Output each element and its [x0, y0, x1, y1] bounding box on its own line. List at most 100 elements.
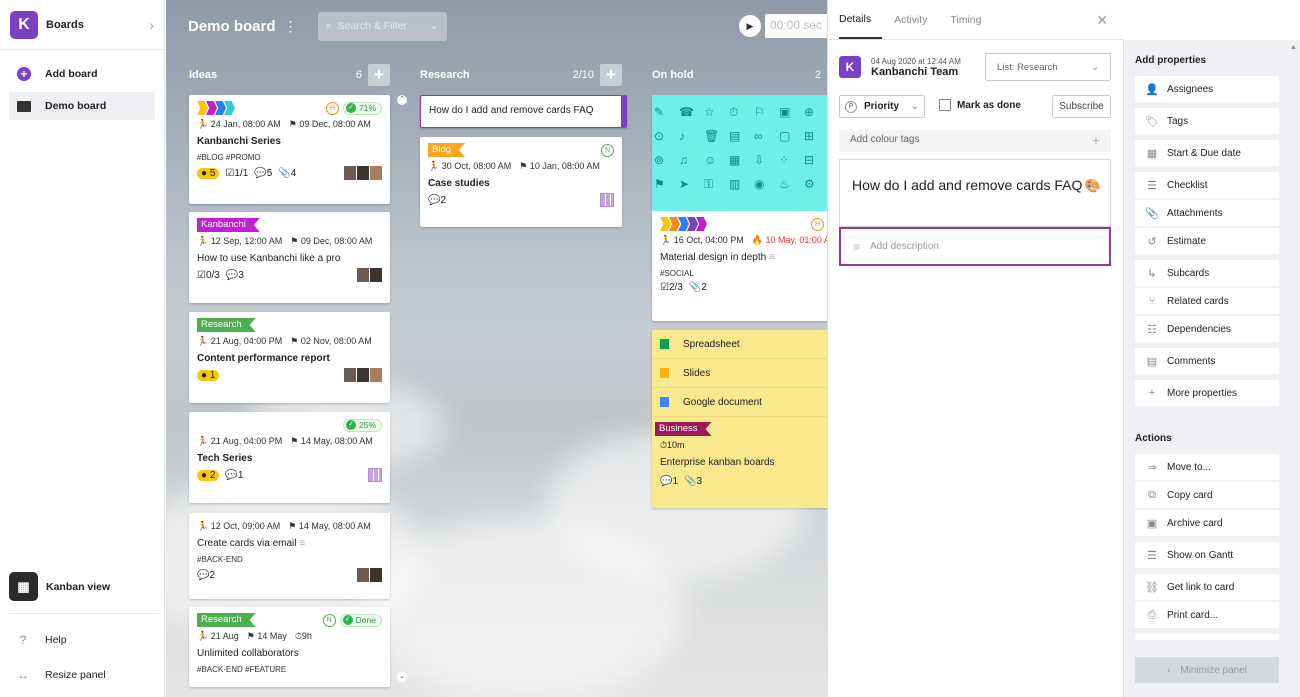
checklist-button[interactable]: ☰ Checklist [1135, 172, 1279, 198]
scroll-up-icon[interactable]: ⌃ [397, 95, 407, 105]
card[interactable]: Blog N 🏃 30 Oct, 08:00 AM ⚑ 10 Jan, 08:00… [420, 137, 622, 227]
copy-card-button[interactable]: ⧉ Copy card [1135, 482, 1279, 508]
get-link-button[interactable]: ⛓ Get link to card [1135, 574, 1279, 600]
card-cover-icons: ✎ ☎ ☆ ⏱ ⚐ ▣ ⊕ ⊙ ♪ 🗑 ▤ ∞ ▢ ⊞ ⊚ ♫ ☺ ▦ ⇩ ⁘ ⊟ ⚑ ➤ ⚿ ▥ ◉ ♨ ⚙ [652, 95, 827, 211]
move-to-button[interactable]: ⇒ Move to... [1135, 454, 1279, 480]
search-filter[interactable]: ⌕ Search & Filter ⌄ [317, 11, 447, 41]
kanban-view-button[interactable]: ▦ Kanban view [9, 572, 110, 601]
board-topbar: Demo board ⋮ ⌕ Search & Filter ⌄ [166, 0, 827, 52]
tab-activity[interactable]: Activity [894, 0, 938, 39]
card[interactable]: Kanbanchi 🏃 12 Sep, 12:00 AM ⚑ 09 Dec, 08… [189, 212, 390, 303]
minimize-panel-button[interactable]: › Minimize panel [1135, 657, 1279, 683]
archive-card-button[interactable]: ▣ Archive card [1135, 510, 1279, 536]
chevron-down-icon: ⌄ [910, 101, 919, 112]
attachments-button[interactable]: 📎 Attachments [1135, 200, 1279, 226]
more-vert-icon[interactable]: ⋮ [284, 18, 298, 35]
card-hashtags: #BACK-END #FEATURE [197, 665, 287, 674]
due-date: ⚑ 10 Jan, 08:00 AM [519, 161, 600, 171]
assignees-button[interactable]: 👤 Assignees [1135, 76, 1279, 102]
due-date: ⚑ 09 Dec, 08:00 AM [290, 236, 373, 246]
timer-input[interactable]: 00:00 sec [765, 14, 827, 38]
card[interactable]: 🏃 12 Oct, 09:00 AM ⚑ 14 May, 08:00 AM Cre… [189, 513, 390, 599]
print-card-button[interactable]: ⎙ Print card... [1135, 602, 1279, 628]
card-title-input[interactable]: How do I add and remove cards FAQ 🎨 [839, 159, 1111, 227]
tab-details[interactable]: Details [839, 0, 883, 39]
plus-icon: + [1148, 387, 1156, 399]
boards-label: Boards [46, 18, 84, 31]
comments-count: 💬1 [225, 469, 244, 481]
scroll-down-icon[interactable]: ⌄ [397, 672, 407, 682]
boards-header[interactable]: K Boards › [0, 0, 164, 50]
estimate-button[interactable]: ↺ Estimate [1135, 228, 1279, 254]
list-select[interactable]: List: Research ⌄ [985, 53, 1111, 81]
search-icon: ⌕ [325, 19, 332, 32]
demo-board-item[interactable]: Demo board [9, 92, 155, 120]
mark-as-done-checkbox[interactable]: Mark as done [939, 99, 1021, 111]
comments-count: 💬3 [225, 269, 244, 281]
subscribe-button[interactable]: Subscribe [1052, 95, 1111, 118]
column-ideas: Ideas 6 + [189, 62, 390, 88]
column-header: Ideas 6 + [189, 62, 390, 88]
more-properties-button[interactable]: + More properties [1135, 380, 1279, 406]
card[interactable]: Spreadsheet Slides Google document Busin… [652, 330, 827, 508]
tab-timing[interactable]: Timing [950, 0, 992, 39]
chevron-right-icon[interactable]: › [149, 17, 154, 33]
card[interactable]: H ✓ 71% 🏃 24 Jan, 08:00 AM ⚑ 09 Dec, 08:00… [189, 95, 390, 204]
related-cards-button[interactable]: ⑂ Related cards [1135, 288, 1279, 314]
resize-panel-button[interactable]: ↔ Resize panel [16, 668, 106, 682]
avatars [357, 268, 382, 282]
demo-board-label: Demo board [45, 100, 107, 112]
card[interactable]: ✓ 25% 🏃 21 Aug, 04:00 PM ⚑ 14 May, 08:00 A… [189, 412, 390, 503]
close-icon[interactable]: ✕ [1096, 12, 1108, 29]
card-title: Content performance report [197, 353, 330, 364]
calendar-icon: ▦ [1146, 147, 1158, 160]
card[interactable]: ✎ ☎ ☆ ⏱ ⚐ ▣ ⊕ ⊙ ♪ 🗑 ▤ ∞ ▢ ⊞ ⊚ ♫ ☺ ▦ ⇩ ⁘ ⊟ ⚑ ➤ ⚿ ▥ ◉ ♨ ⚙ H 🏃 16 O… [652, 95, 827, 321]
description-input[interactable]: ≡ Add description [839, 227, 1111, 266]
attachment-spreadsheet[interactable]: Spreadsheet [652, 330, 827, 359]
score-badge: ● 5 [197, 167, 220, 179]
attachment-document[interactable]: Google document [652, 388, 827, 417]
column-title: Research [420, 69, 470, 81]
card-selected[interactable]: How do I add and remove cards FAQ [420, 95, 627, 128]
palette-icon[interactable]: 🎨 [1085, 175, 1101, 197]
card-title: Unlimited collaborators [197, 648, 299, 659]
help-button[interactable]: ? Help [16, 633, 67, 647]
card[interactable]: Research 🏃 21 Aug, 04:00 PM ⚑ 02 Nov, 08:… [189, 312, 390, 403]
comment-icon: ▤ [1146, 355, 1158, 368]
card-count: 6 [355, 69, 362, 81]
dependencies-button[interactable]: ☷ Dependencies [1135, 316, 1279, 342]
tags-button[interactable]: 🏷 Tags [1135, 108, 1279, 134]
priority-icon: P [845, 100, 857, 113]
scroll-up-icon[interactable]: ▲ [1290, 44, 1298, 52]
priority-select[interactable]: P Priority ⌄ [839, 95, 925, 118]
card-title: Kanbanchi Series [197, 136, 281, 147]
history-icon: ↺ [1147, 235, 1157, 248]
add-card-button[interactable]: + [368, 64, 390, 86]
start-date: 🏃 12 Oct, 09:00 AM [197, 521, 281, 531]
show-on-gantt-button[interactable]: ☰ Show on Gantt [1135, 542, 1279, 568]
actions-heading: Actions [1135, 433, 1172, 444]
subcards-button[interactable]: ↳ Subcards [1135, 260, 1279, 286]
add-board-label: Add board [45, 68, 98, 80]
add-board-button[interactable]: + Add board [9, 60, 155, 88]
start-due-date-button[interactable]: ▦ Start & Due date [1135, 140, 1279, 166]
column-on-hold: On hold 2 [652, 62, 827, 88]
left-sidebar: K Boards › + Add board Demo board ▦ Kanb… [0, 0, 165, 697]
add-colour-tags[interactable]: Add colour tags + [839, 130, 1111, 152]
due-date: ⚑ 02 Nov, 08:00 AM [290, 336, 372, 346]
move-icon: ⇒ [1147, 461, 1157, 474]
checklist-count: ☑2/3 [660, 282, 683, 293]
board-title[interactable]: Demo board [188, 18, 276, 35]
start-date: 🏃 16 Oct, 04:00 PM [660, 235, 744, 245]
card[interactable]: Research N ✓ Done 🏃 21 Aug ⚑ 14 May ⏱9h Unl… [189, 607, 390, 687]
start-date: 🏃 30 Oct, 08:00 AM [428, 161, 512, 171]
priority-normal-badge: N [601, 143, 614, 157]
attachment-slides[interactable]: Slides [652, 359, 827, 388]
comments-button[interactable]: ▤ Comments [1135, 348, 1279, 374]
card-hashtags: #SOCIAL [660, 269, 694, 278]
print-icon: ⎙ [1147, 608, 1157, 621]
card-title: Create cards via email ≡ [197, 538, 306, 549]
play-icon[interactable]: ▶ [739, 15, 761, 37]
add-card-button[interactable]: + [600, 64, 622, 86]
help-icon: ? [19, 633, 27, 647]
